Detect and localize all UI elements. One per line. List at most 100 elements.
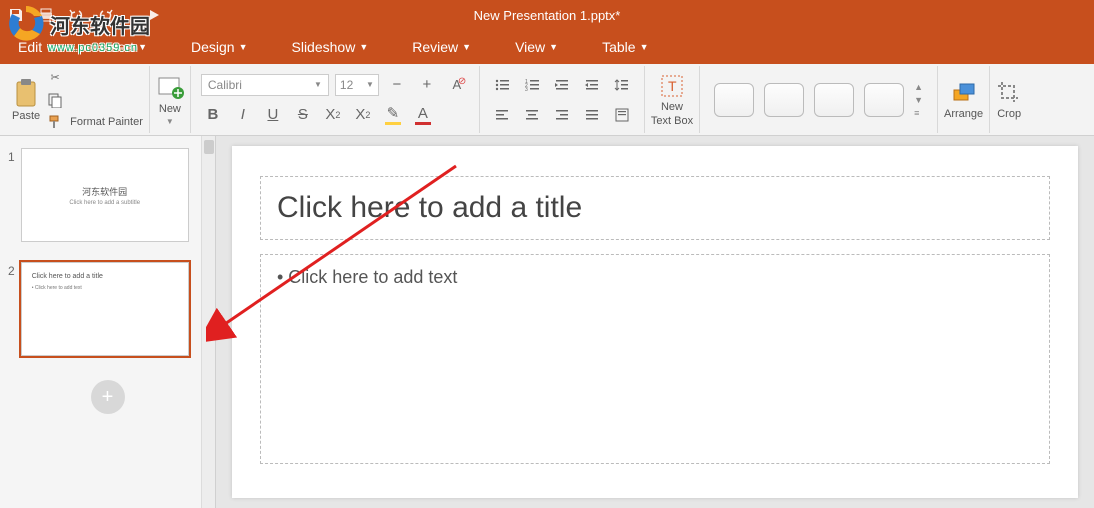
menu-review[interactable]: Review▼ (412, 39, 471, 55)
paste-icon (13, 78, 39, 108)
crop-icon (996, 80, 1022, 106)
indent-right-icon (584, 77, 600, 93)
svg-text:3: 3 (525, 87, 528, 93)
number-list-button[interactable]: 123 (520, 73, 544, 97)
bullet-list-icon (494, 77, 510, 93)
svg-text:T: T (668, 78, 677, 94)
font-size-select[interactable]: 12▼ (335, 74, 379, 96)
slide-thumb-1[interactable]: 河东软件园 Click here to add a subtitle (21, 148, 189, 242)
font-name-select[interactable]: Calibri▼ (201, 74, 329, 96)
align-justify-icon (584, 107, 600, 123)
format-painter-button[interactable]: Format Painter (46, 113, 143, 131)
print-icon[interactable] (38, 7, 54, 23)
paste-button[interactable]: Paste (12, 78, 40, 122)
play-icon[interactable] (146, 7, 162, 23)
clear-format-button[interactable]: A⊘ (445, 73, 469, 97)
thumb-title: Click here to add a title (32, 273, 103, 280)
italic-button[interactable]: I (231, 103, 255, 127)
highlight-icon: ✎ (387, 104, 400, 122)
number-list-icon: 123 (524, 77, 540, 93)
crop-button[interactable]: Crop (996, 80, 1022, 120)
menu-view[interactable]: View▼ (515, 39, 558, 55)
thumb-text: • Click here to add text (32, 285, 82, 291)
line-spacing-icon (614, 77, 630, 93)
caret-down-icon: ▼ (640, 42, 649, 52)
copy-button[interactable] (46, 91, 143, 109)
font-color-icon: A (418, 105, 428, 122)
ribbon-group-shapes: ▲ ▼ ≡ (700, 66, 938, 133)
menu-design[interactable]: Design▼ (191, 39, 248, 55)
vertical-align-button[interactable] (610, 103, 634, 127)
new-slide-button[interactable]: New ▼ (156, 73, 184, 126)
align-left-button[interactable] (490, 103, 514, 127)
ribbon-group-clipboard: Paste ✂ Format Painter (6, 66, 150, 133)
format-painter-icon (46, 113, 64, 131)
redo-icon[interactable] (98, 7, 114, 23)
scrollbar-thumb[interactable] (204, 140, 214, 154)
subscript-button[interactable]: X2 (321, 103, 345, 127)
slide-number: 2 (8, 262, 15, 278)
valign-icon (614, 107, 630, 123)
document-title: New Presentation 1.pptx* (474, 8, 621, 23)
copy-icon (46, 91, 64, 109)
align-left-icon (494, 107, 510, 123)
slide-number: 1 (8, 148, 15, 164)
content-placeholder[interactable]: • Click here to add text (260, 254, 1050, 464)
shape-preset-4[interactable] (864, 83, 904, 117)
gallery-more-icon[interactable]: ≡ (914, 108, 923, 118)
workspace: 1 河东软件园 Click here to add a subtitle 2 C… (0, 136, 1094, 508)
shape-preset-2[interactable] (764, 83, 804, 117)
plus-icon: + (102, 386, 114, 409)
add-slide-button[interactable]: + (91, 380, 125, 414)
menu-table[interactable]: Table▼ (602, 39, 648, 55)
caret-down-icon: ▼ (138, 42, 147, 52)
caret-down-icon: ▼ (549, 42, 558, 52)
gallery-down-icon[interactable]: ▼ (914, 95, 923, 105)
underline-button[interactable]: U (261, 103, 285, 127)
shape-preset-3[interactable] (814, 83, 854, 117)
decrease-font-button[interactable]: − (385, 73, 409, 97)
indent-left-icon (554, 77, 570, 93)
title-bar: New Presentation 1.pptx* (0, 0, 1094, 30)
canvas-area[interactable]: Click here to add a title • Click here t… (216, 136, 1094, 508)
caret-down-icon: ▼ (462, 42, 471, 52)
bullet-list-button[interactable] (490, 73, 514, 97)
save-icon[interactable] (8, 7, 24, 23)
caret-down-icon: ▼ (366, 80, 374, 89)
strikethrough-button[interactable]: S (291, 103, 315, 127)
arrange-icon (951, 80, 977, 106)
thumb-title: 河东软件园 (82, 185, 127, 198)
slide-thumb-2[interactable]: Click here to add a title • Click here t… (21, 262, 189, 356)
scrollbar[interactable] (201, 136, 215, 508)
gallery-up-icon[interactable]: ▲ (914, 82, 923, 92)
line-spacing-button[interactable] (610, 73, 634, 97)
increase-font-button[interactable]: + (415, 73, 439, 97)
menu-insert[interactable]: Insert▼ (99, 39, 147, 55)
menu-edit[interactable]: Edit▼ (18, 39, 55, 55)
align-justify-button[interactable] (580, 103, 604, 127)
ribbon-group-font: Calibri▼ 12▼ − + A⊘ B I U S X2 X2 ✎ A (191, 66, 480, 133)
slide-panel[interactable]: 1 河东软件园 Click here to add a subtitle 2 C… (0, 136, 216, 508)
new-text-box-button[interactable]: T New Text Box (651, 73, 693, 127)
bold-button[interactable]: B (201, 103, 225, 127)
caret-down-icon: ▼ (239, 42, 248, 52)
caret-down-icon: ▼ (166, 117, 174, 126)
quick-access-toolbar (8, 7, 162, 23)
ribbon: Paste ✂ Format Painter New ▼ Calibri▼ 12… (0, 64, 1094, 136)
superscript-button[interactable]: X2 (351, 103, 375, 127)
align-right-button[interactable] (550, 103, 574, 127)
align-center-button[interactable] (520, 103, 544, 127)
ribbon-group-crop: Crop (990, 66, 1028, 133)
shape-preset-1[interactable] (714, 83, 754, 117)
cut-button[interactable]: ✂ (46, 69, 143, 87)
undo-icon[interactable] (68, 7, 84, 23)
highlight-color-button[interactable]: ✎ (381, 103, 405, 127)
decrease-indent-button[interactable] (550, 73, 574, 97)
caret-down-icon: ▼ (46, 42, 55, 52)
slide-canvas[interactable]: Click here to add a title • Click here t… (232, 146, 1078, 498)
font-color-button[interactable]: A (411, 103, 435, 127)
title-placeholder[interactable]: Click here to add a title (260, 176, 1050, 240)
menu-slideshow[interactable]: Slideshow▼ (292, 39, 369, 55)
arrange-button[interactable]: Arrange (944, 80, 983, 120)
increase-indent-button[interactable] (580, 73, 604, 97)
